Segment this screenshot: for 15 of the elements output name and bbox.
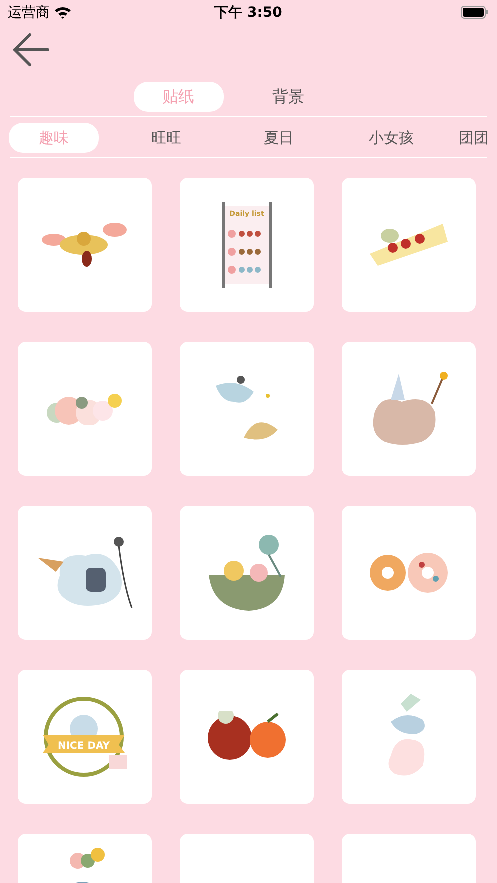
sticker-card[interactable]	[18, 506, 152, 640]
wifi-icon	[54, 6, 72, 19]
battery-icon	[461, 6, 489, 19]
sticker-card[interactable]	[180, 670, 314, 804]
category-tab[interactable]: 小女孩	[346, 123, 436, 153]
back-arrow-icon[interactable]	[12, 32, 50, 68]
category-tab[interactable]: 旺旺	[122, 123, 212, 153]
sticker-drawing	[214, 375, 280, 443]
status-time: 下午 3:50	[214, 4, 282, 22]
sticker-caption: NICE DAY	[58, 741, 110, 752]
sticker-card[interactable]	[180, 506, 314, 640]
category-tab[interactable]: 夏日	[234, 123, 324, 153]
tab[interactable]: 背景	[244, 82, 334, 112]
category-tab[interactable]: 团团	[459, 123, 497, 153]
carrier-name: 运营商	[8, 4, 50, 22]
